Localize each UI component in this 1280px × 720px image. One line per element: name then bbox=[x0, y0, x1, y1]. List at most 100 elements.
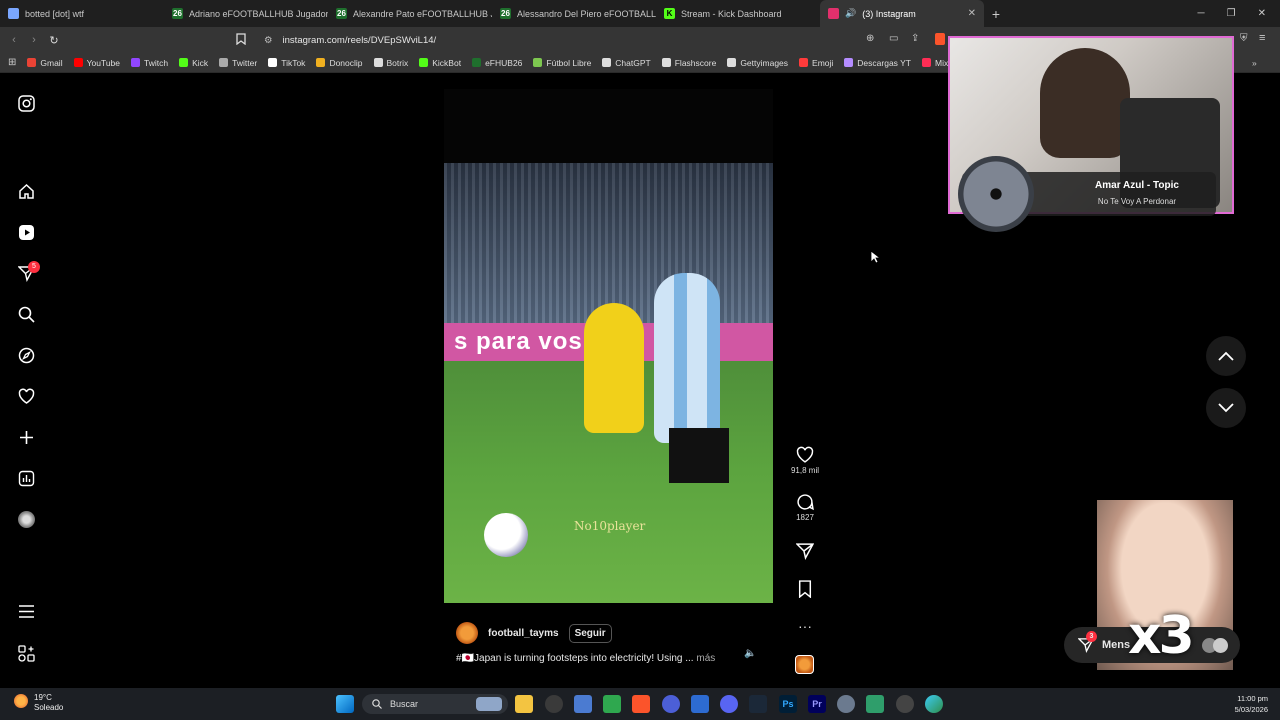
share-plane-icon[interactable] bbox=[795, 542, 815, 560]
bookmark-page-icon[interactable] bbox=[236, 33, 246, 48]
like-action[interactable]: 91,8 mil bbox=[787, 446, 823, 475]
share-icon[interactable]: ⇪ bbox=[911, 33, 919, 44]
like-count: 91,8 mil bbox=[790, 466, 819, 475]
caption-more-link[interactable]: más bbox=[696, 653, 715, 664]
browser-tab[interactable]: 26 Alexandre Pato eFOOTBALLHUB Juga bbox=[328, 0, 492, 27]
steam-icon[interactable] bbox=[749, 695, 767, 713]
browser-tab[interactable]: botted [dot] wtf bbox=[0, 0, 164, 27]
edge-icon[interactable] bbox=[925, 695, 943, 713]
weather-icon[interactable] bbox=[14, 694, 28, 708]
previous-reel-button[interactable] bbox=[1206, 336, 1246, 376]
browser-tab[interactable]: 26 Alessandro Del Piero eFOOTBALLHU bbox=[492, 0, 656, 27]
apps-grid-icon[interactable]: ⊞ bbox=[8, 57, 16, 68]
reel-caption-row: #🇯🇵Japan is turning footsteps into elect… bbox=[456, 653, 756, 664]
like-heart-icon[interactable] bbox=[796, 446, 814, 464]
close-window-icon[interactable]: ✕ bbox=[1258, 8, 1266, 19]
dashboard-icon[interactable] bbox=[17, 469, 35, 487]
zoom-icon[interactable]: ⊕ bbox=[866, 33, 874, 44]
calculator-icon[interactable] bbox=[691, 695, 709, 713]
media-player-icon[interactable] bbox=[896, 695, 914, 713]
browser-tab-active[interactable]: 🔊 (3) Instagram ✕ bbox=[820, 0, 984, 27]
bookmark-item[interactable]: Fútbol Libre bbox=[533, 58, 591, 68]
bookmark-item[interactable]: Donoclip bbox=[316, 58, 363, 68]
follow-button[interactable]: Seguir bbox=[568, 623, 612, 643]
bookmark-label: Descargas YT bbox=[857, 57, 911, 68]
brave-shield-icon[interactable] bbox=[935, 33, 945, 45]
minimize-icon[interactable]: ─ bbox=[1198, 8, 1205, 19]
bookmark-item[interactable]: Gettyimages bbox=[727, 58, 788, 68]
settings-icon[interactable] bbox=[837, 695, 855, 713]
wallet-icon[interactable]: ⛨ bbox=[1240, 33, 1248, 44]
close-tab-icon[interactable]: ✕ bbox=[968, 8, 976, 19]
bookmark-item[interactable]: ChatGPT bbox=[602, 58, 651, 68]
browser-tab[interactable]: 26 Adriano eFOOTBALLHUB Jugadores bbox=[164, 0, 328, 27]
app-icon-diamond[interactable] bbox=[574, 695, 592, 713]
bookmark-item[interactable]: Twitter bbox=[219, 58, 257, 68]
reels-icon[interactable] bbox=[17, 223, 35, 241]
tab-strip: botted [dot] wtf 26 Adriano eFOOTBALLHUB … bbox=[0, 0, 1280, 27]
also-from-meta-icon[interactable] bbox=[17, 644, 35, 662]
restore-icon[interactable]: ❐ bbox=[1227, 8, 1236, 19]
back-icon[interactable]: ‹ bbox=[4, 34, 24, 46]
instagram-logo-icon[interactable] bbox=[17, 94, 35, 112]
menu-icon[interactable]: ≡ bbox=[1259, 32, 1265, 44]
reel-video-frame[interactable]: s para vos, ra a No10player bbox=[444, 163, 773, 603]
chatgpt-app-icon[interactable] bbox=[545, 695, 563, 713]
windows-start-icon[interactable] bbox=[336, 695, 354, 713]
share-action[interactable] bbox=[787, 542, 823, 562]
bookmark-item[interactable]: Botrix bbox=[373, 58, 408, 68]
brave-browser-icon[interactable] bbox=[632, 695, 650, 713]
bookmark-item[interactable]: Kick bbox=[179, 58, 208, 68]
taskbar-search[interactable]: Buscar bbox=[362, 694, 508, 714]
new-tab-button[interactable]: + bbox=[984, 6, 1008, 22]
cast-icon[interactable]: ▭ bbox=[889, 33, 898, 44]
bookmark-item[interactable]: Descargas YT bbox=[844, 58, 911, 68]
bookmark-item[interactable]: Flashscore bbox=[661, 58, 716, 68]
file-explorer-icon[interactable] bbox=[515, 695, 533, 713]
home-icon[interactable] bbox=[17, 182, 35, 200]
bookmark-item[interactable]: eFHUB26 bbox=[472, 58, 522, 68]
bookmark-item[interactable]: TikTok bbox=[268, 58, 305, 68]
reload-icon[interactable]: ↻ bbox=[44, 34, 64, 47]
mute-icon[interactable]: 🔈 bbox=[744, 648, 756, 659]
reel-video[interactable]: s para vos, ra a No10player bbox=[444, 89, 773, 603]
app-icon-green[interactable] bbox=[603, 695, 621, 713]
bookmark-item[interactable]: KickBot bbox=[419, 58, 461, 68]
forward-icon[interactable]: › bbox=[24, 34, 44, 46]
site-info-icon[interactable]: ⚙ bbox=[264, 35, 273, 46]
messages-badge: 3 bbox=[1086, 631, 1097, 642]
author-username[interactable]: football_tayms bbox=[488, 628, 559, 639]
comment-icon[interactable] bbox=[796, 493, 814, 511]
reel-author-row: football_tayms Seguir bbox=[456, 622, 612, 644]
browser-tab[interactable]: K Stream - Kick Dashboard bbox=[656, 0, 820, 27]
comment-action[interactable]: 1827 bbox=[787, 493, 823, 522]
bookmark-icon[interactable] bbox=[797, 580, 813, 599]
app-icon-blue[interactable] bbox=[662, 695, 680, 713]
next-reel-button[interactable] bbox=[1206, 388, 1246, 428]
premiere-icon[interactable]: Pr bbox=[808, 695, 826, 713]
weather-widget[interactable]: 19°C Soleado bbox=[34, 693, 63, 713]
more-options-icon[interactable]: ··· bbox=[787, 618, 823, 634]
tab-title: botted [dot] wtf bbox=[25, 8, 85, 19]
save-action[interactable] bbox=[787, 580, 823, 600]
audio-thumbnail[interactable] bbox=[795, 655, 814, 674]
discord-icon[interactable] bbox=[720, 695, 738, 713]
heart-icon[interactable] bbox=[17, 387, 35, 405]
bookmark-label: YouTube bbox=[86, 57, 120, 68]
bookmarks-overflow-icon[interactable]: » bbox=[1252, 58, 1257, 68]
notepad-icon[interactable] bbox=[866, 695, 884, 713]
more-menu-icon[interactable] bbox=[17, 602, 35, 620]
create-icon[interactable] bbox=[17, 428, 35, 446]
photoshop-icon[interactable]: Ps bbox=[779, 695, 797, 713]
bookmark-item[interactable]: Twitch bbox=[131, 58, 168, 68]
profile-avatar-icon[interactable] bbox=[17, 510, 35, 528]
bookmark-item[interactable]: Emoji bbox=[799, 58, 833, 68]
author-avatar[interactable] bbox=[456, 622, 478, 644]
search-icon[interactable] bbox=[17, 305, 35, 323]
url-field[interactable]: ⚙ instagram.com/reels/DVEpSWviL14/ bbox=[258, 31, 948, 49]
explore-icon[interactable] bbox=[17, 346, 35, 364]
bookmark-item[interactable]: Gmail bbox=[27, 58, 63, 68]
reel-caption: #🇯🇵Japan is turning footsteps into elect… bbox=[456, 653, 694, 664]
bookmark-item[interactable]: YouTube bbox=[73, 57, 120, 68]
clock[interactable]: 11:00 pm 5/03/2026 bbox=[1220, 693, 1268, 715]
